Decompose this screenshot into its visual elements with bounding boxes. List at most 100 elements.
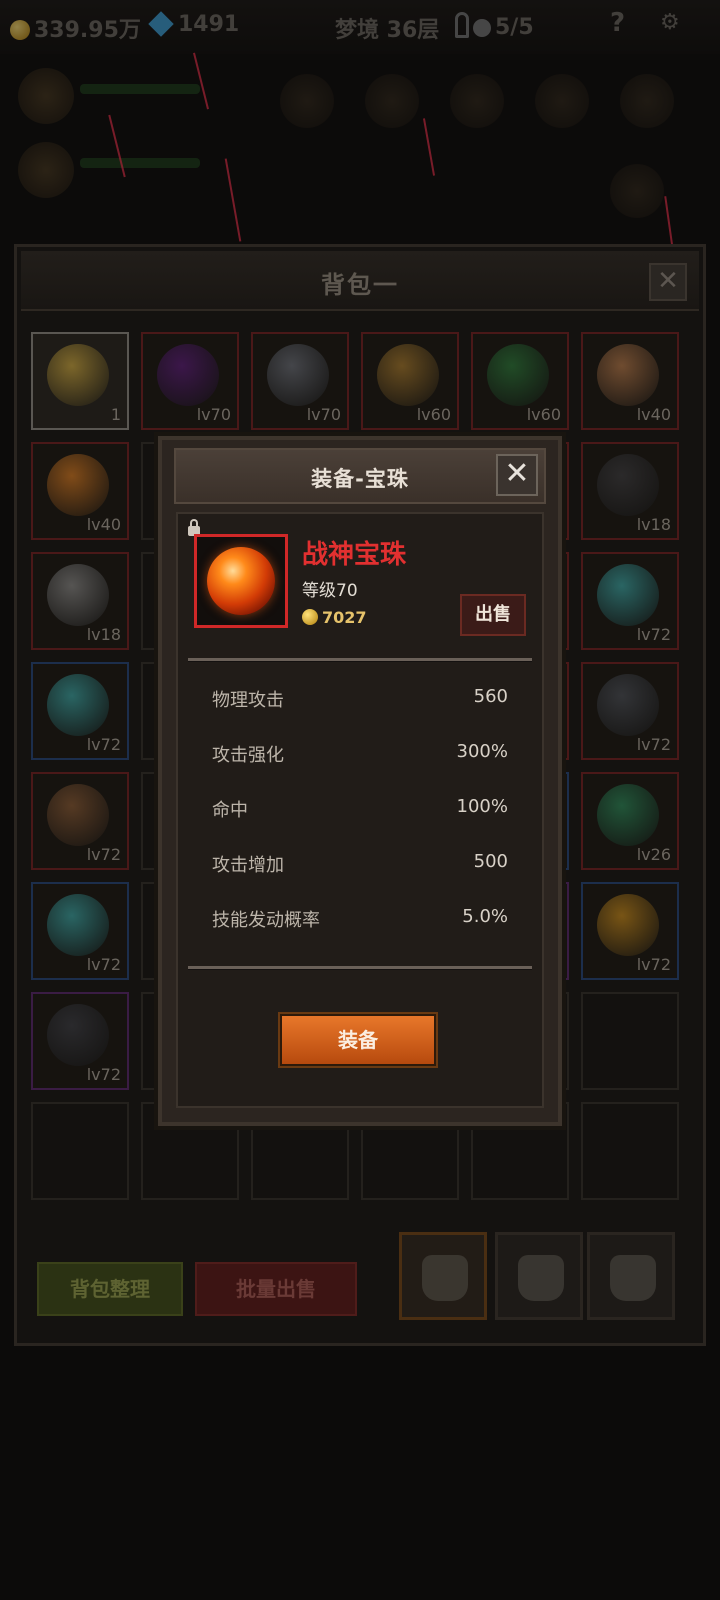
item-icon — [597, 454, 659, 516]
bag-tab-3[interactable] — [587, 1232, 675, 1320]
item-level-label: lv60 — [526, 405, 561, 424]
inventory-slot[interactable]: lv18 — [31, 552, 129, 650]
item-level-label: lv18 — [636, 515, 671, 534]
inventory-slot[interactable]: lv72 — [31, 662, 129, 760]
item-icon — [267, 344, 329, 406]
inventory-slot[interactable]: lv72 — [31, 772, 129, 870]
diamond-icon — [148, 11, 174, 37]
sort-bag-button[interactable]: 背包整理 — [37, 1262, 183, 1316]
item-level-label: lv72 — [636, 625, 671, 644]
item-level-label: lv72 — [86, 955, 121, 974]
inventory-slot[interactable]: lv72 — [581, 662, 679, 760]
item-level-label: lv18 — [86, 625, 121, 644]
item-icon — [47, 344, 109, 406]
backpack-icon — [422, 1255, 468, 1301]
dream-floor-label: 梦境 36层 — [335, 18, 440, 43]
inventory-slot-empty[interactable] — [31, 1102, 129, 1200]
inventory-slot[interactable]: lv26 — [581, 772, 679, 870]
inventory-slot[interactable]: lv40 — [581, 332, 679, 430]
backpack-header: 背包一 ✕ — [21, 251, 699, 311]
stat-row: 攻击强化 300% — [212, 741, 508, 771]
gem-amount: 1491 — [178, 12, 240, 37]
inventory-slot[interactable]: lv72 — [31, 882, 129, 980]
backpack-close-button[interactable]: ✕ — [649, 263, 687, 301]
key-icon — [455, 12, 469, 38]
item-icon — [47, 454, 109, 516]
item-level-label: lv40 — [636, 405, 671, 424]
equip-slot-icon — [620, 74, 674, 128]
item-icon — [487, 344, 549, 406]
item-icon — [597, 674, 659, 736]
item-icon — [47, 784, 109, 846]
gold-coin-icon — [302, 609, 318, 625]
inventory-slot[interactable]: lv60 — [361, 332, 459, 430]
price-value: 7027 — [322, 608, 367, 627]
sell-button[interactable]: 出售 — [460, 594, 526, 636]
gold-amount: 339.95万 — [34, 18, 141, 43]
inventory-slot[interactable]: lv60 — [471, 332, 569, 430]
bag-tab-1[interactable] — [399, 1232, 487, 1320]
item-icon — [377, 344, 439, 406]
keys-amount: 5/5 — [495, 15, 534, 40]
item-level: 等级70 — [302, 581, 358, 601]
hero-strip-background — [0, 54, 720, 244]
inventory-slot[interactable]: lv18 — [581, 442, 679, 540]
stat-row: 物理攻击 560 — [212, 686, 508, 716]
item-icon — [597, 344, 659, 406]
inventory-slot[interactable]: lv72 — [581, 882, 679, 980]
modal-close-button[interactable]: ✕ — [496, 454, 538, 496]
equip-slot-icon — [280, 74, 334, 128]
inventory-slot[interactable]: lv40 — [31, 442, 129, 540]
bag-tab-2[interactable] — [495, 1232, 583, 1320]
inventory-slot[interactable]: lv70 — [251, 332, 349, 430]
inventory-slot[interactable]: lv72 — [31, 992, 129, 1090]
item-level-label: lv26 — [636, 845, 671, 864]
skull-icon — [473, 19, 491, 37]
hero-portrait — [18, 68, 74, 124]
stat-row: 攻击增加 500 — [212, 851, 508, 881]
inventory-slot-empty[interactable] — [581, 992, 679, 1090]
item-icon — [47, 564, 109, 626]
stat-value: 5.0% — [462, 906, 508, 927]
stat-name: 攻击增加 — [212, 855, 284, 876]
item-level-label: lv72 — [86, 735, 121, 754]
inventory-slot[interactable]: lv72 — [581, 552, 679, 650]
item-icon — [597, 564, 659, 626]
gem-counter: 1491 — [148, 11, 240, 37]
equip-slot-icon — [535, 74, 589, 128]
gold-counter: 339.95万 — [10, 12, 141, 44]
item-icon — [157, 344, 219, 406]
inventory-slot[interactable]: 1 — [31, 332, 129, 430]
inventory-slot-empty[interactable] — [581, 1102, 679, 1200]
stat-value: 560 — [473, 686, 508, 707]
backpack-title: 背包一 — [321, 271, 399, 299]
stat-name: 技能发动概率 — [212, 910, 320, 931]
item-level-label: 1 — [110, 405, 121, 424]
equip-button[interactable]: 装备 — [280, 1014, 436, 1066]
modal-body: 战神宝珠 等级70 7027 出售 物理攻击 560 攻击强化 300% 命中 … — [176, 512, 544, 1108]
item-level-label: lv72 — [86, 845, 121, 864]
item-level-label: lv72 — [86, 1065, 121, 1084]
item-icon — [597, 894, 659, 956]
backpack-icon — [610, 1255, 656, 1301]
backpack-icon — [518, 1255, 564, 1301]
war-god-orb-icon — [207, 547, 275, 615]
hero-hp-bar — [80, 84, 200, 94]
modal-header: 装备-宝珠 ✕ — [174, 448, 546, 504]
item-level-label: lv70 — [306, 405, 341, 424]
settings-gear-icon[interactable]: ⚙ — [660, 10, 680, 35]
stat-name: 命中 — [212, 800, 248, 821]
help-button[interactable]: ? — [610, 8, 625, 38]
item-level-label: lv72 — [636, 955, 671, 974]
hero-portrait — [18, 142, 74, 198]
top-hud: 339.95万 1491 梦境 36层 5/5 ? ⚙ — [0, 0, 720, 54]
stat-value: 300% — [456, 741, 508, 762]
modal-title: 装备-宝珠 — [311, 467, 409, 491]
item-icon — [47, 894, 109, 956]
bulk-sell-button[interactable]: 批量出售 — [195, 1262, 357, 1316]
stat-value: 100% — [456, 796, 508, 817]
stat-row: 命中 100% — [212, 796, 508, 826]
stat-name: 攻击强化 — [212, 745, 284, 766]
equip-slot-icon — [365, 74, 419, 128]
inventory-slot[interactable]: lv70 — [141, 332, 239, 430]
